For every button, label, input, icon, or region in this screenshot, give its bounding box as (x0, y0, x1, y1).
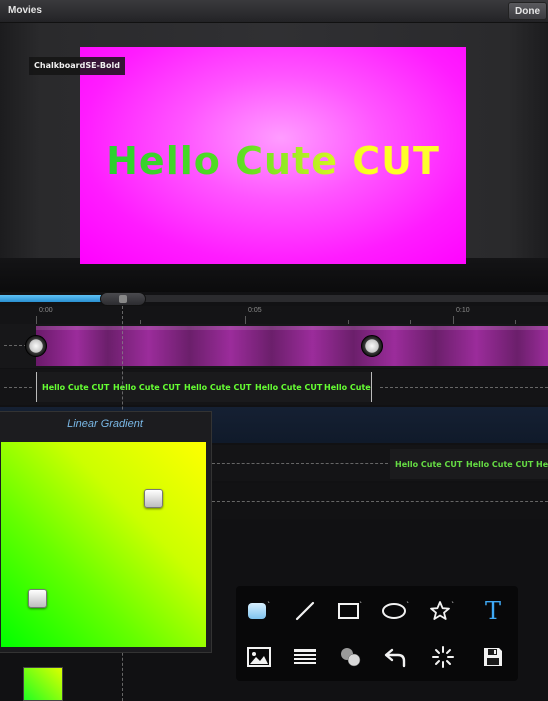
gradient-editor[interactable] (1, 442, 206, 647)
video-track[interactable] (0, 324, 548, 368)
scrub-handle[interactable] (100, 292, 146, 306)
text-tool-icon[interactable]: T (476, 596, 510, 626)
title-clip-text: Hello Cute CUT (113, 383, 181, 392)
svg-text:`: ` (267, 600, 271, 610)
video-clip[interactable] (36, 326, 548, 366)
title-clip[interactable]: Hello Cute CUT Hello Cute CUT Hello Cute… (36, 372, 372, 402)
ruler-tick (453, 316, 454, 324)
svg-text:`: ` (451, 600, 455, 610)
track-divider (380, 387, 548, 388)
svg-text:`: ` (406, 600, 410, 610)
layers-icon[interactable] (334, 642, 368, 672)
undo-icon[interactable] (380, 642, 414, 672)
movies-button[interactable]: Movies (2, 2, 48, 20)
text-tool-label: T (484, 597, 501, 625)
ruler-label-0: 0:00 (39, 307, 53, 314)
title-clip-text: Hello Cute CUT (255, 383, 323, 392)
top-bar: Movies Done (0, 0, 548, 23)
track-divider (212, 463, 388, 464)
preview-screen[interactable]: Hello Cute CUT (80, 47, 466, 264)
rounded-rect-tool-icon[interactable]: ` (242, 596, 276, 626)
preview-stage: Hello Cute CUT ChalkboardSE-Bold (0, 23, 548, 293)
ellipse-tool-icon[interactable]: ` (380, 596, 414, 626)
ruler-tick (245, 316, 246, 324)
title-clip-2[interactable]: Hello Cute CUT Hello Cute CUT Hello (390, 449, 548, 479)
scrub-bar[interactable] (0, 292, 548, 306)
title-clip-text: Hello Cute CUT (395, 460, 463, 469)
track-divider (4, 387, 32, 388)
clip-start-handle[interactable] (25, 335, 47, 357)
line-tool-icon[interactable] (288, 596, 322, 626)
font-name-badge[interactable]: ChalkboardSE-Bold (29, 57, 125, 75)
gradient-start-stop[interactable] (28, 589, 47, 608)
rectangle-tool-icon[interactable]: ` (334, 596, 368, 626)
gradient-panel-title: Linear Gradient (67, 418, 143, 430)
color-swatch[interactable] (23, 667, 63, 701)
lines-tool-icon[interactable] (288, 642, 322, 672)
title-clip-text: Hello Cute CUT (42, 383, 110, 392)
title-clip-text: Hello Cute (324, 383, 371, 392)
done-button[interactable]: Done (508, 2, 547, 20)
preview-title-text[interactable]: Hello Cute CUT (80, 139, 466, 183)
title-clip-text: Hello (536, 460, 548, 469)
gradient-panel: Linear Gradient (0, 411, 212, 653)
effects-icon[interactable] (426, 642, 460, 672)
stage-right-wall (508, 23, 548, 293)
track-divider (212, 501, 548, 502)
title-track[interactable]: Hello Cute CUT Hello Cute CUT Hello Cute… (0, 369, 548, 405)
clip-split-handle[interactable] (361, 335, 383, 357)
timeline-ruler: 0:00 0:05 0:10 (0, 306, 548, 324)
ruler-tick (36, 316, 37, 324)
ruler-label-2: 0:10 (456, 307, 470, 314)
svg-text:`: ` (359, 600, 363, 610)
star-tool-icon[interactable]: ` (426, 596, 460, 626)
gradient-end-stop[interactable] (144, 489, 163, 508)
title-clip-text: Hello Cute CUT (184, 383, 252, 392)
title-clip-text: Hello Cute CUT (466, 460, 534, 469)
image-tool-icon[interactable] (242, 642, 276, 672)
save-icon[interactable] (476, 642, 510, 672)
ruler-label-1: 0:05 (248, 307, 262, 314)
drawing-toolbar: ` ` ` ` T (236, 586, 518, 681)
